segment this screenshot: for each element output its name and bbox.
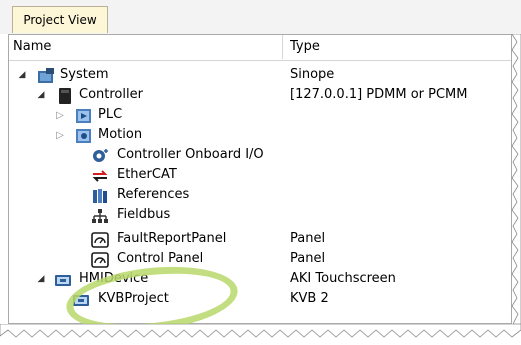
tree-row-label: Controller [79, 87, 143, 102]
torn-edge-right [511, 34, 521, 324]
panel-icon [91, 252, 109, 268]
tree-row-label: PLC [98, 107, 123, 122]
tree-row-ethercat[interactable]: EtherCAT [9, 166, 511, 186]
tree-row-label: EtherCAT [117, 167, 177, 182]
tree-row-type: [127.0.0.1] PDMM or PCMM [290, 87, 468, 102]
tab-label: Project View [23, 13, 97, 27]
tree-row-fieldbus[interactable]: Fieldbus [9, 206, 511, 226]
column-header-name[interactable]: Name [13, 39, 51, 54]
tree-row-label: Control Panel [117, 251, 204, 266]
tree-row-plc[interactable]: ▷ PLC [9, 106, 511, 126]
tree-row-label: References [117, 187, 190, 202]
controller-icon [59, 88, 71, 104]
tree-row-control-panel[interactable]: Control Panel Panel [9, 250, 511, 270]
motion-icon [76, 129, 91, 143]
references-icon [93, 189, 107, 203]
tab-strip: Project View [0, 0, 521, 34]
tree-row-controller-onboard-io[interactable]: Controller Onboard I/O [9, 146, 511, 166]
fieldbus-icon [92, 209, 108, 223]
column-header-type[interactable]: Type [290, 39, 320, 54]
expand-arrow-icon[interactable]: ◢ [17, 69, 27, 81]
tree-row-motion[interactable]: ▷ Motion [9, 126, 511, 146]
torn-edge-bottom [0, 324, 521, 338]
tab-project-view[interactable]: Project View [12, 6, 108, 33]
tree-row-type: Panel [290, 251, 326, 266]
tree-row-label: Motion [98, 127, 143, 142]
system-icon [38, 68, 54, 83]
tree-row-references[interactable]: References [9, 186, 511, 206]
panel-icon [91, 232, 109, 248]
tree-row-type: Panel [290, 231, 326, 246]
column-header: Name Type [9, 35, 511, 61]
collapsed-arrow-icon[interactable]: ▷ [55, 129, 65, 141]
ethercat-icon [92, 170, 108, 182]
tree-row-controller[interactable]: ◢ Controller [127.0.0.1] PDMM or PCMM [9, 86, 511, 106]
expand-arrow-icon[interactable]: ◢ [36, 273, 46, 285]
tree-row-label: FaultReportPanel [117, 231, 227, 246]
tree-row-type: Sinope [290, 67, 335, 82]
column-divider[interactable] [282, 35, 283, 59]
tree-row-label: System [60, 67, 109, 82]
tree-row-system[interactable]: ◢ System Sinope [9, 66, 511, 86]
io-icon [93, 149, 108, 162]
tree-row-type: AKI Touchscreen [290, 271, 396, 286]
tree-row-label: Controller Onboard I/O [117, 147, 264, 162]
tree-row-type: KVB 2 [290, 291, 329, 306]
tree-row-label: Fieldbus [117, 207, 171, 222]
project-tree-panel: Name Type ◢ System Sinope ◢ Controller [… [8, 34, 512, 324]
hmi-device-icon [55, 275, 71, 286]
plc-icon [76, 109, 91, 123]
collapsed-arrow-icon[interactable]: ▷ [55, 109, 65, 121]
tree-row-faultreportpanel[interactable]: FaultReportPanel Panel [9, 230, 511, 250]
expand-arrow-icon[interactable]: ◢ [36, 89, 46, 101]
